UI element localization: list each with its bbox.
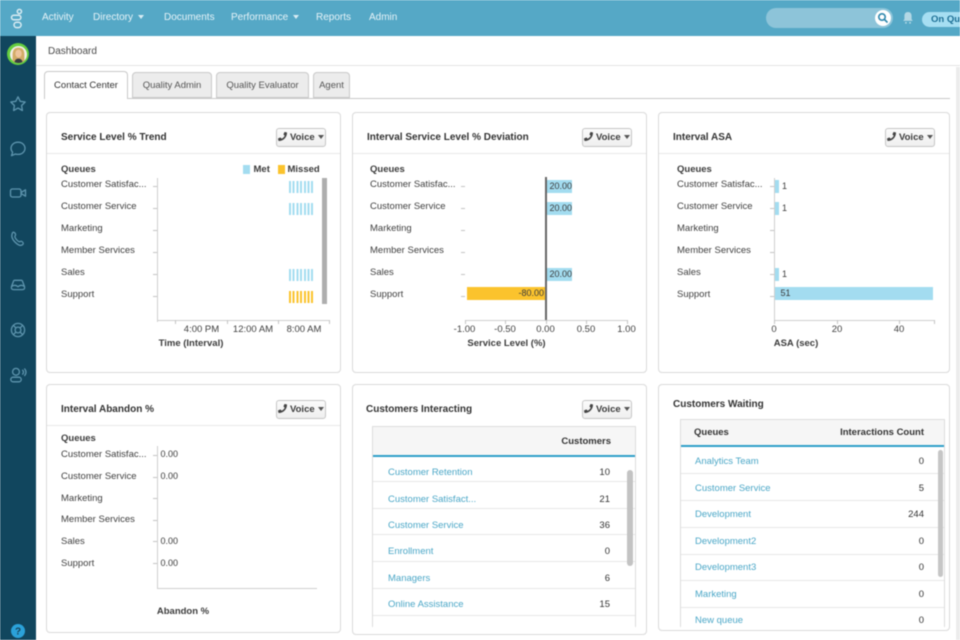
svg-text:?: ? bbox=[15, 627, 21, 638]
